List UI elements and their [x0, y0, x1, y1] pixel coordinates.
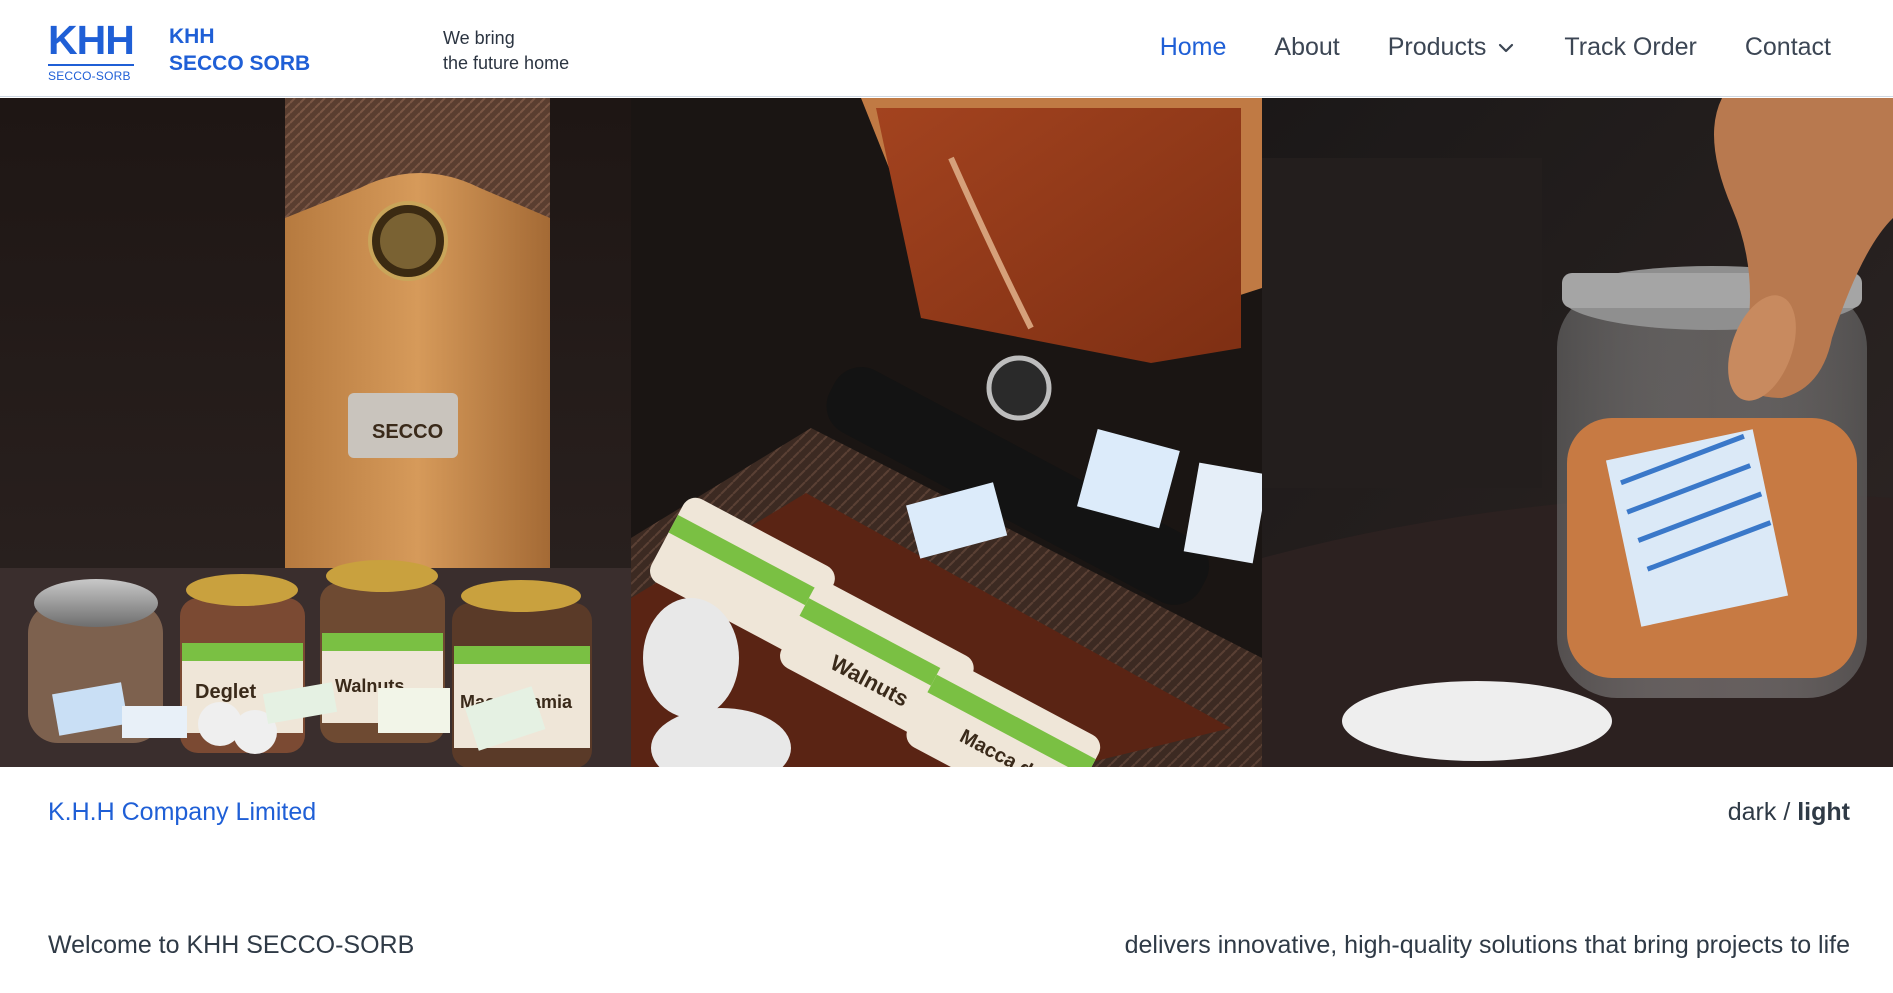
- logo-subtitle: SECCO-SORB: [48, 69, 131, 83]
- nav-about[interactable]: About: [1274, 33, 1339, 62]
- wine-case-image: Walnuts Macca damia: [631, 98, 1262, 767]
- welcome-heading: Welcome to KHH SECCO-SORB: [48, 931, 415, 959]
- theme-switcher: dark / light: [1728, 798, 1850, 827]
- company-name-link[interactable]: K.H.H Company Limited: [48, 798, 316, 827]
- tagline-line-2: the future home: [443, 53, 570, 73]
- jar-label-deglet: Deglet: [195, 681, 256, 703]
- hero-image-wine-case: Walnuts Macca damia: [631, 98, 1262, 767]
- hero-image-hand-jar: [1262, 98, 1893, 767]
- hand-jar-image: [1262, 98, 1893, 767]
- nav-products[interactable]: Products: [1388, 33, 1517, 62]
- main-nav: Home About Products Track Order Contact: [1112, 33, 1831, 62]
- nav-products-label: Products: [1387, 33, 1487, 61]
- intro-tagline: delivers innovative, high-quality soluti…: [1124, 931, 1850, 959]
- theme-separator: /: [1776, 798, 1798, 826]
- header-tagline: We bring the future home: [443, 26, 569, 76]
- tagline-line-1: We bring: [443, 28, 515, 48]
- theme-dark-option[interactable]: dark: [1728, 798, 1777, 826]
- site-header: KHH SECCO-SORB KHH SECCO SORB We bring t…: [0, 0, 1893, 97]
- logo-rule: [48, 64, 134, 66]
- site-logo[interactable]: KHH SECCO-SORB: [48, 17, 136, 83]
- brand-name[interactable]: KHH SECCO SORB: [169, 23, 310, 77]
- nav-contact[interactable]: Contact: [1745, 33, 1831, 62]
- nav-home[interactable]: Home: [1160, 33, 1227, 62]
- logo-mark: KHH: [48, 17, 135, 63]
- brand-line-2: SECCO SORB: [169, 52, 311, 75]
- box-label: SECCO: [372, 421, 443, 443]
- gift-box-jars-image: SECCO Deglet Walnuts damia: [0, 98, 631, 767]
- hero-image-gift-box-jars: SECCO Deglet Walnuts damia: [0, 98, 631, 767]
- chevron-down-icon: [1499, 43, 1514, 52]
- brand-line-1: KHH: [169, 25, 215, 48]
- hero-gallery: SECCO Deglet Walnuts damia Walnuts: [0, 98, 1893, 767]
- theme-light-option[interactable]: light: [1797, 798, 1850, 826]
- nav-track-order[interactable]: Track Order: [1564, 33, 1696, 62]
